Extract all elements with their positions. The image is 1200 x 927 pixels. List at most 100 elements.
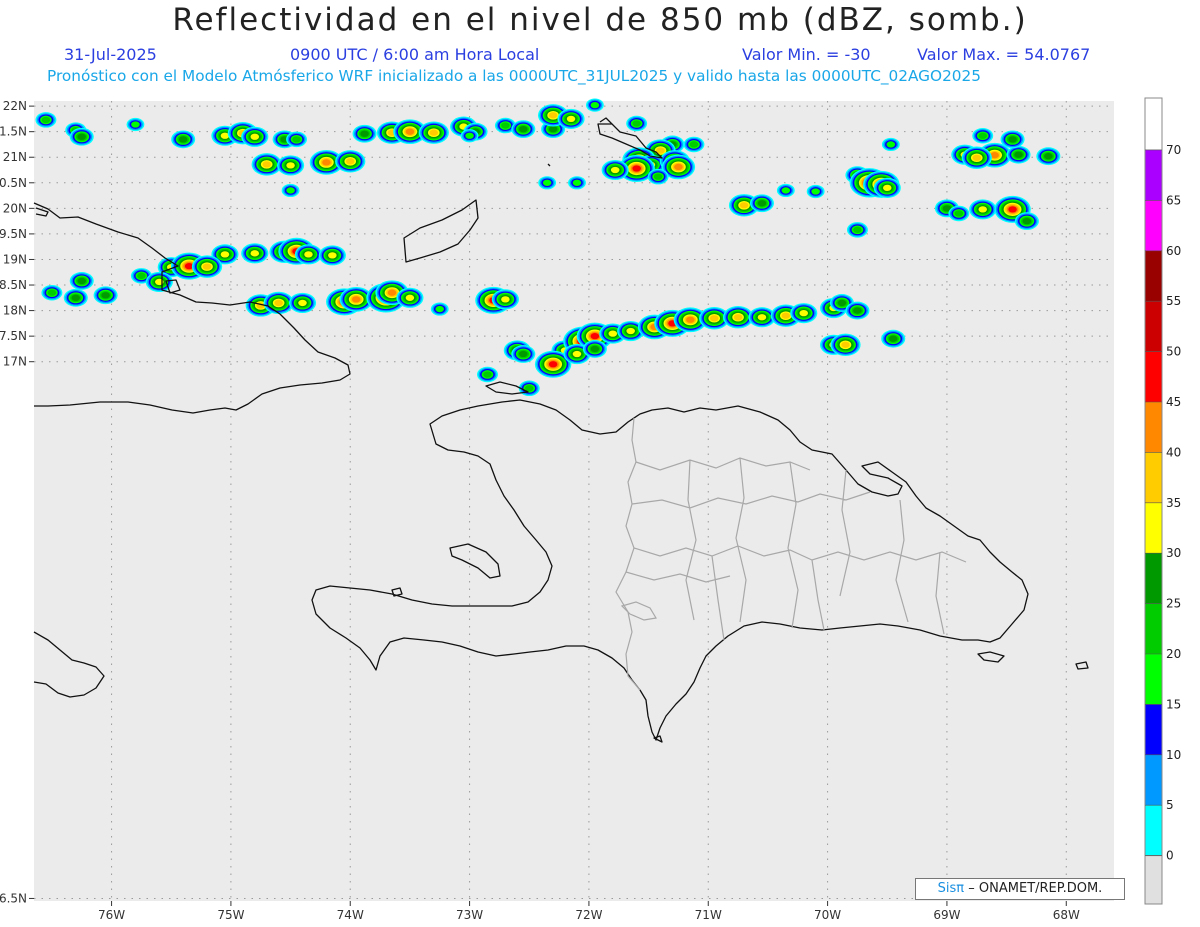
lat-tick-label: 8.5N [0,278,27,292]
colorbar-band [1145,502,1162,554]
cell-contour [286,162,295,169]
lon-tick-label: 71W [695,908,722,922]
cell-contour [1022,217,1032,225]
cell-contour [262,161,271,168]
reflectivity-cell [1000,130,1025,149]
cell-contour [590,345,600,353]
cell-contour [572,179,582,186]
reflectivity-cell [749,194,774,213]
cell-contour [1014,151,1023,158]
cell-contour [131,121,140,128]
cell-contour [322,159,331,166]
lon-tick-label: 69W [933,908,960,922]
reflectivity-cell [93,286,118,305]
map-background [34,101,1114,901]
reflectivity-cell [1014,212,1039,231]
cell-contour [888,335,898,342]
cell-contour [686,316,695,323]
reflectivity-map: 76W 75W 74W 73W 72W 71W 70W 69W 68W 22N 1.5N 21N 0.5… [0,97,1181,922]
reflectivity-cell [806,184,825,199]
reflectivity-cell [626,115,648,132]
cell-contour [978,206,987,213]
lon-tick-label: 68W [1053,908,1080,922]
reflectivity-cell [582,340,607,358]
cell-contour [548,112,558,119]
cell-contour [548,125,558,133]
colorbar-band [1145,805,1162,856]
cell-contour [972,154,982,161]
cell-contour [811,188,820,195]
cell-contour [101,292,110,299]
lon-tick-label: 74W [337,908,364,922]
cell-contour [542,179,552,186]
lat-tick-label: 1.5N [0,125,27,139]
cell-contour [345,158,355,165]
cell-contour [841,341,850,348]
reflectivity-cell [846,222,868,238]
cell-contour [853,307,862,314]
cell-contour [739,202,749,209]
colorbar-label: 70 [1166,143,1181,157]
cell-contour [405,128,415,135]
colorbar-band [1145,301,1162,352]
reflectivity-cell [35,112,57,128]
cell-contour [608,330,618,337]
cell-contour [781,312,791,319]
colorbar-label: 30 [1166,546,1181,560]
colorbar-band [1145,250,1162,302]
reflectivity-cell [352,124,377,143]
cell-contour [954,210,964,217]
cell-contour [733,314,743,321]
cell-contour [799,309,808,317]
reflectivity-cell [585,98,604,112]
cell-contour [387,289,397,296]
reflectivity-cell [126,117,145,132]
reflectivity-cell [1006,145,1031,164]
reflectivity-cell [318,245,346,266]
lat-tick-label: 21N [3,150,27,164]
reflectivity-cell [491,289,519,310]
reflectivity-cell [63,288,88,307]
lon-tick-label: 76W [98,908,125,922]
reflectivity-cell [511,345,536,363]
reflectivity-cell [277,155,305,176]
cell-contour [590,332,600,340]
cell-contour [41,116,51,124]
lon-tick-label: 75W [217,908,244,922]
colorbar-label: 40 [1166,445,1181,459]
colorbar-band [1145,704,1162,755]
colorbar-label: 25 [1166,597,1181,611]
lat-tick-label: 9.5N [0,227,27,241]
reflectivity-cell [873,177,901,198]
cell-contour [978,132,987,139]
reflectivity-cell [948,205,970,222]
reflectivity-cell [830,333,861,357]
cell-contour [77,277,86,285]
reflectivity-cell [969,199,997,220]
cell-contour [292,136,301,143]
lat-tick-label: 22N [3,99,27,113]
colorbar-label: 60 [1166,244,1181,258]
reflectivity-cell [477,366,498,383]
cell-contour [328,252,337,259]
cell-contour [757,314,767,321]
cell-contour [1044,153,1053,160]
reflectivity-cell [557,108,585,129]
reflectivity-cell [683,136,705,153]
lon-tick-label: 73W [456,908,483,922]
cell-contour [202,263,212,270]
reflectivity-cell [396,287,424,308]
cell-contour [837,299,847,307]
reflectivity-cell [281,183,300,198]
reflectivity-cell [241,243,269,264]
credit-box: Sisπ – ONAMET/REP.DOM. [915,878,1125,900]
colorbar-label: 15 [1166,697,1181,711]
lat-tick-label: 7.5N [0,329,27,343]
cell-contour [632,120,641,127]
cell-contour [689,141,699,148]
reflectivity-cell [511,120,536,139]
reflectivity-cell [430,302,449,316]
colorbar-label: 55 [1166,294,1181,308]
colorbar-band [1145,200,1162,251]
reflectivity-cell [460,129,479,143]
